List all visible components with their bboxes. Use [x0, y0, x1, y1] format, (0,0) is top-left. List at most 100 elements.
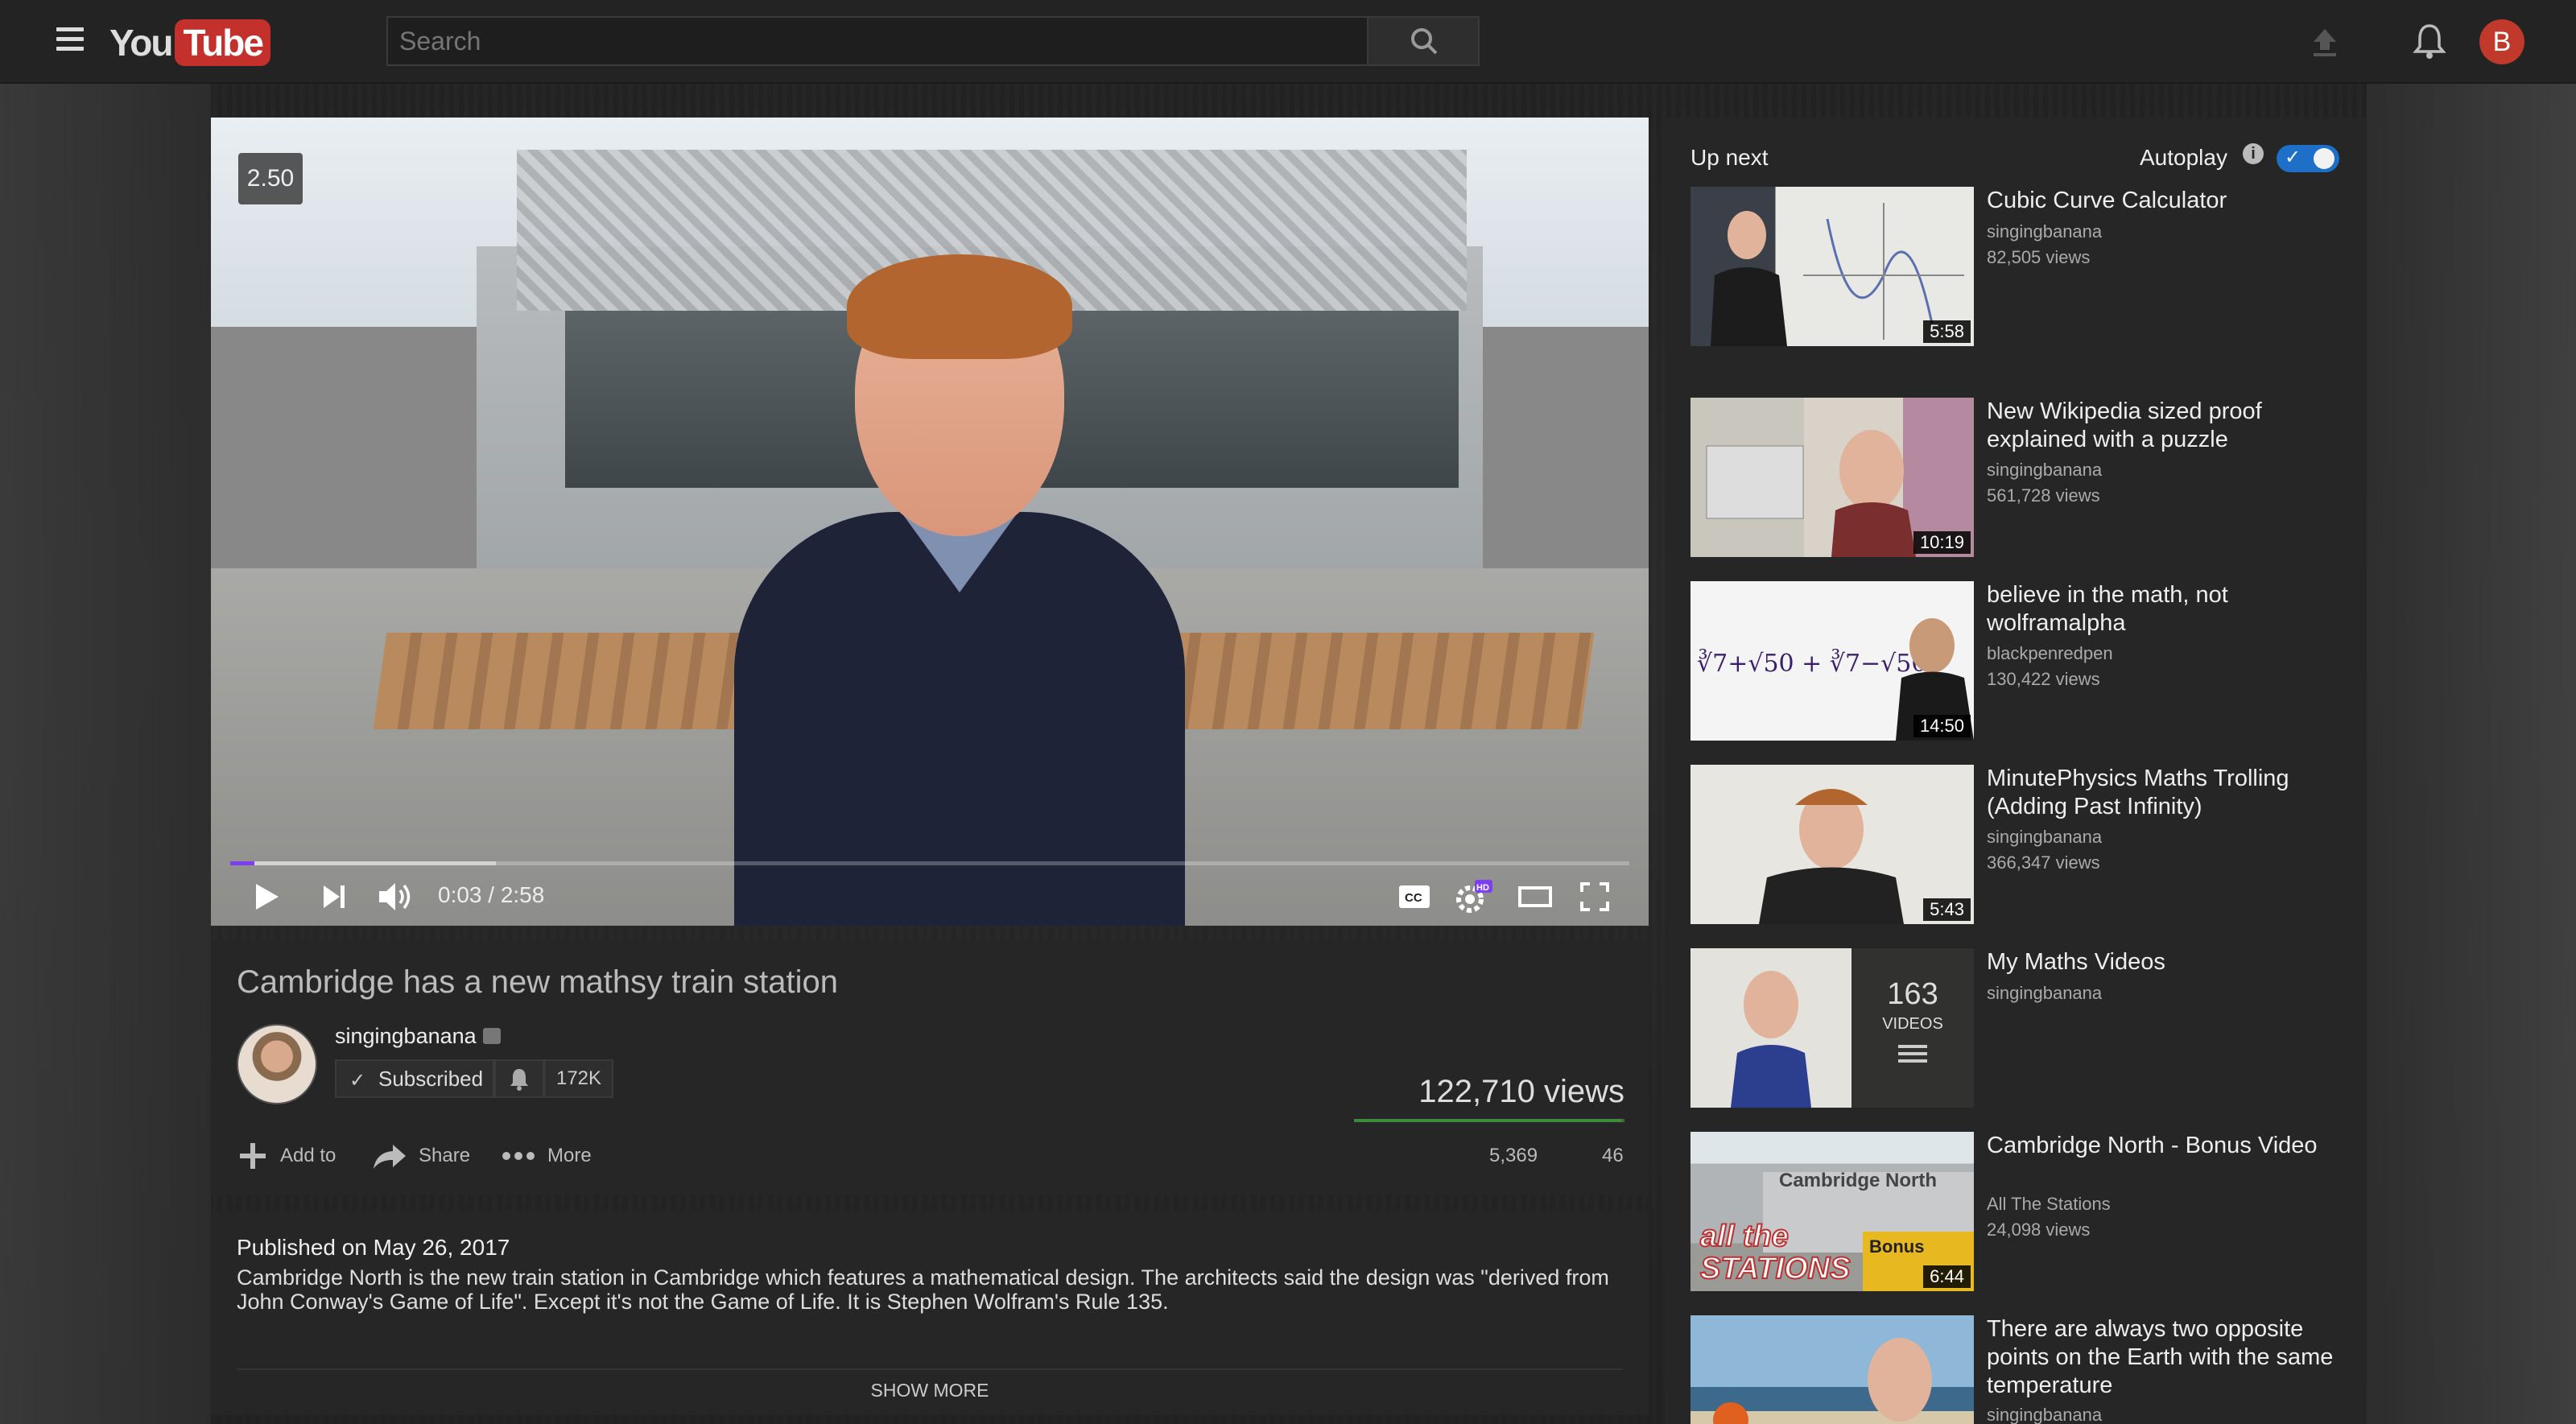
more-dots-icon — [502, 1152, 535, 1160]
svg-text:HD: HD — [1476, 883, 1489, 893]
progress-loaded — [230, 861, 497, 865]
recommended-video[interactable]: 5:43 MinutePhysics Maths Trolling (Addin… — [1690, 765, 2351, 924]
video-thumbnail: ∛7+√50 + ∛7−√50 14:50 — [1690, 581, 1974, 741]
progress-bar[interactable] — [230, 861, 1629, 865]
time-display: 0:03 / 2:58 — [438, 882, 545, 907]
upload-icon[interactable] — [2307, 24, 2343, 60]
more-label: More — [547, 1145, 592, 1166]
video-duration: 10:19 — [1913, 531, 1971, 554]
add-to-label: Add to — [280, 1145, 336, 1166]
hamburger-menu-icon[interactable] — [56, 27, 84, 55]
notifications-bell-icon[interactable] — [2412, 21, 2447, 60]
playlist-label: VIDEOS — [1882, 1015, 1943, 1033]
channel-name: All The Stations — [1987, 1194, 2111, 1214]
toggle-knob — [2314, 148, 2334, 169]
volume-button[interactable] — [372, 873, 420, 921]
bell-icon — [510, 1069, 528, 1091]
svg-text:CC: CC — [1405, 891, 1422, 905]
playback-rate-badge: 2.50 — [238, 153, 303, 204]
video-thumbnail: 5:43 — [1690, 765, 1974, 924]
add-to-button[interactable]: Add to — [237, 1137, 336, 1175]
more-button[interactable]: More — [501, 1137, 592, 1175]
thumb-sign-text: Cambridge North — [1779, 1170, 1937, 1191]
video-title: MinutePhysics Maths Trolling (Adding Pas… — [1987, 766, 2289, 819]
search-icon — [1411, 28, 1438, 55]
subscribed-label: Subscribed — [378, 1066, 484, 1091]
channel-name: singingbanana — [1987, 221, 2103, 241]
channel-avatar[interactable] — [237, 1024, 317, 1104]
video-player[interactable]: 2.50 0:03 / 2:58 CC HD — [211, 118, 1649, 926]
recommended-video[interactable]: 5:58 Cubic Curve Calculator singingbanan… — [1690, 187, 2351, 346]
share-icon — [374, 1145, 406, 1169]
logo-you-text: You — [109, 22, 173, 64]
volume-icon — [379, 883, 411, 910]
settings-button[interactable]: HD — [1454, 873, 1494, 921]
video-duration: 5:58 — [1923, 320, 1971, 343]
background-left-image — [0, 84, 211, 1424]
captions-button[interactable]: CC — [1394, 873, 1435, 921]
recommended-video[interactable]: 10:19 New Wikipedia sized proof explaine… — [1690, 398, 2351, 557]
video-thumbnail: 10:19 — [1690, 398, 1974, 557]
video-title: Cubic Curve Calculator — [1987, 188, 2227, 213]
fullscreen-button[interactable] — [1575, 873, 1615, 921]
description-panel: Published on May 26, 2017 Cambridge Nort… — [211, 1211, 1649, 1415]
theater-mode-button[interactable] — [1515, 873, 1555, 921]
play-button[interactable] — [246, 873, 287, 921]
video-thumbnail: 5:58 — [1690, 187, 1974, 346]
notification-toggle-button[interactable] — [494, 1059, 544, 1098]
theater-icon — [1518, 886, 1552, 907]
recommended-video[interactable]: ∛7+√50 + ∛7−√50 14:50 believe in the mat… — [1690, 581, 2351, 741]
video-duration: 14:50 — [1913, 715, 1971, 737]
youtube-logo[interactable]: You Tube — [109, 19, 270, 66]
show-more-button[interactable]: SHOW MORE — [211, 1380, 1649, 1401]
channel-name: blackpenredpen — [1987, 643, 2113, 663]
subscribed-button[interactable]: ✓ Subscribed — [335, 1059, 494, 1098]
video-title: There are always two opposite points on … — [1987, 1316, 2334, 1398]
up-next-heading: Up next — [1690, 145, 1769, 170]
user-avatar[interactable]: B — [2479, 19, 2524, 64]
top-bar: You Tube B — [0, 0, 2576, 84]
next-icon — [324, 885, 345, 908]
view-count: 561,728 views — [1987, 485, 2100, 506]
video-title: New Wikipedia sized proof explained with… — [1987, 398, 2262, 452]
captions-icon: CC — [1399, 885, 1430, 908]
video-title: believe in the math, not wolframalpha — [1987, 582, 2228, 636]
thumb-stations-text: STATIONS — [1700, 1252, 1850, 1286]
verified-badge-icon — [483, 1028, 501, 1044]
share-button[interactable]: Share — [372, 1137, 470, 1175]
like-count[interactable]: 5,369 — [1489, 1145, 1538, 1167]
subscriber-count: 172K — [544, 1059, 613, 1098]
settings-hd-icon: HD — [1456, 880, 1492, 913]
search-button[interactable] — [1367, 16, 1480, 66]
video-thumbnail: Cambridge North all the STATIONS Bonus 6… — [1690, 1132, 1974, 1291]
next-button[interactable] — [314, 873, 354, 921]
video-frame — [211, 118, 1649, 926]
background-right-image — [2367, 84, 2576, 1424]
autoplay-toggle[interactable]: ✓ — [2277, 145, 2339, 172]
like-ratio-fill — [1354, 1119, 1622, 1122]
check-icon: ✓ — [349, 1070, 366, 1092]
recommended-video[interactable]: Cambridge North all the STATIONS Bonus 6… — [1690, 1132, 2351, 1291]
playlist-count: 163 — [1887, 977, 1938, 1011]
like-ratio-bar — [1354, 1119, 1624, 1122]
video-title: Cambridge North - Bonus Video — [1987, 1133, 2318, 1158]
description-text: Cambridge North is the new train station… — [237, 1265, 1609, 1314]
autoplay-label: Autoplay — [2140, 145, 2227, 170]
info-icon[interactable]: i — [2243, 143, 2264, 164]
dislike-count[interactable]: 46 — [1602, 1145, 1624, 1167]
video-duration: 5:43 — [1923, 898, 1971, 921]
player-controls: 0:03 / 2:58 CC HD — [211, 873, 1649, 926]
play-icon — [256, 884, 279, 910]
thumb-all-the-text: all the — [1700, 1220, 1789, 1253]
progress-played — [230, 861, 254, 865]
share-label: Share — [419, 1145, 471, 1166]
video-thumbnail — [1690, 1315, 1974, 1424]
search-input[interactable] — [386, 16, 1368, 66]
view-count: 122,710 views — [1418, 1074, 1624, 1109]
channel-name: singingbanana — [1987, 1405, 2103, 1424]
channel-name: singingbanana — [1987, 460, 2103, 480]
recommended-playlist[interactable]: 163 VIDEOS My Maths Videos singingbanana — [1690, 948, 2351, 1108]
view-count: 24,098 views — [1987, 1220, 2091, 1240]
recommended-video[interactable]: There are always two opposite points on … — [1690, 1315, 2351, 1424]
channel-name[interactable]: singingbanana — [335, 1024, 477, 1049]
